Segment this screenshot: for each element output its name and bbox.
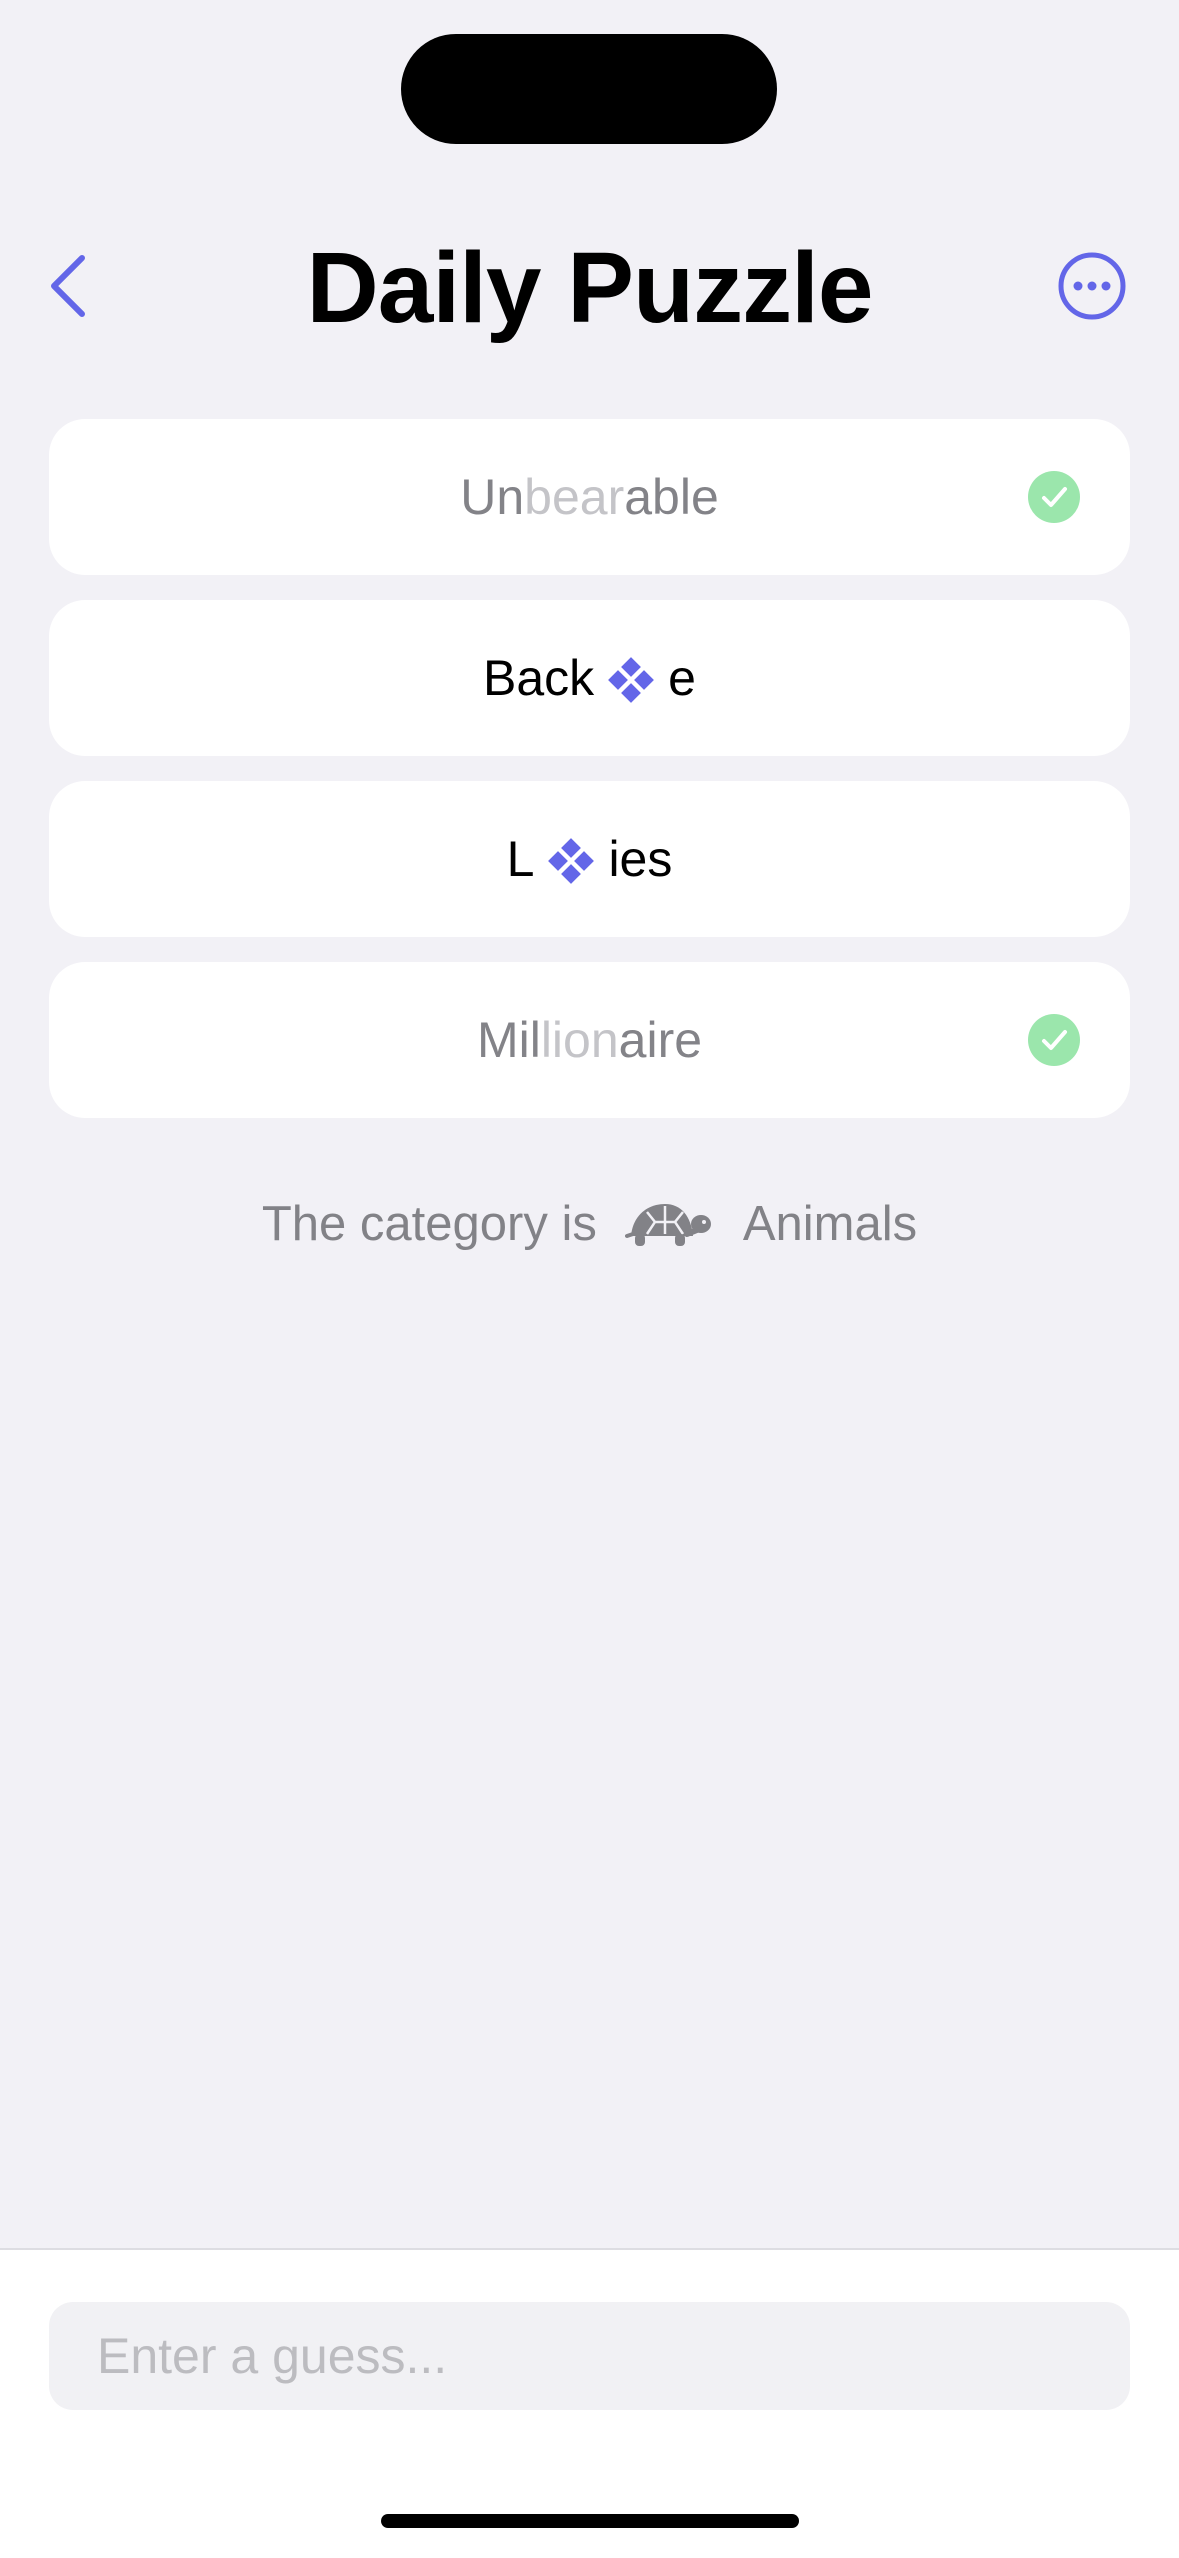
category-value: Animals bbox=[742, 1197, 918, 1251]
clue-word: L ies bbox=[507, 830, 673, 888]
hidden-word-gem-icon bbox=[548, 838, 595, 884]
category-label: The category is bbox=[261, 1197, 597, 1251]
clue-prefix: Un bbox=[460, 469, 525, 525]
dynamic-island bbox=[401, 34, 777, 144]
page-title: Daily Puzzle bbox=[306, 232, 874, 344]
clue-suffix: e bbox=[668, 650, 696, 706]
clue-hidden-word: lion bbox=[540, 1012, 619, 1068]
check-icon bbox=[1028, 471, 1080, 523]
clue-word: Mil lion aire bbox=[477, 1011, 702, 1069]
check-icon bbox=[1028, 1014, 1080, 1066]
clue-prefix: Mil bbox=[476, 1012, 541, 1068]
category-row: The category is Animals bbox=[0, 1186, 1179, 1262]
clue-suffix: able bbox=[624, 469, 719, 525]
clue-prefix: L bbox=[506, 831, 535, 887]
clue-word: Back e bbox=[483, 649, 696, 707]
bottom-bar bbox=[0, 2248, 1179, 2558]
clue-suffix: aire bbox=[618, 1012, 703, 1068]
guess-input[interactable] bbox=[49, 2302, 1130, 2410]
clue-card[interactable]: L ies bbox=[49, 781, 1130, 937]
clue-prefix: Back bbox=[483, 650, 595, 706]
more-button[interactable] bbox=[1056, 250, 1128, 322]
turtle-icon bbox=[624, 1204, 711, 1246]
home-indicator[interactable] bbox=[381, 2514, 799, 2528]
clue-card[interactable]: Back e bbox=[49, 600, 1130, 756]
clue-card[interactable]: Mil lion aire bbox=[49, 962, 1130, 1118]
clue-card[interactable]: Un bear able bbox=[49, 419, 1130, 575]
clue-hidden-word: bear bbox=[524, 469, 625, 525]
ellipsis-circle-icon bbox=[1058, 252, 1126, 320]
clue-word: Un bear able bbox=[460, 468, 719, 526]
clue-suffix: ies bbox=[608, 831, 673, 887]
hidden-word-gem-icon bbox=[608, 657, 655, 703]
